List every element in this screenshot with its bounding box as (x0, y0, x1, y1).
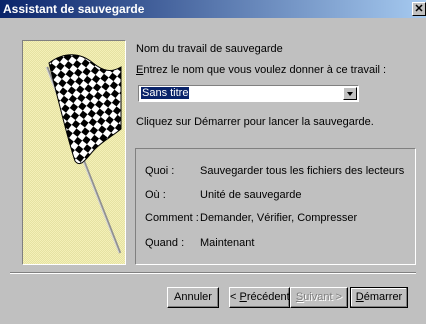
chevron-down-icon[interactable] (343, 87, 357, 100)
name-prompt-label: Entrez le nom que vous voulez donner à c… (136, 64, 386, 77)
job-heading: Nom du travail de sauvegarde (136, 43, 283, 55)
window-title: Assistant de sauvegarde (3, 2, 145, 16)
summary-value-where: Unité de sauvegarde (200, 189, 302, 201)
summary-value-how: Demander, Vérifier, Compresser (200, 212, 358, 224)
close-icon[interactable]: ✕ (412, 2, 426, 16)
summary-value-when: Maintenant (200, 237, 255, 249)
start-hint: Cliquez sur Démarrer pour lancer la sauv… (136, 116, 374, 128)
start-mnemonic: D (355, 291, 364, 303)
summary-label-when: Quand : (145, 237, 185, 249)
job-name-value[interactable]: Sans titre (141, 87, 190, 99)
job-name-combobox[interactable]: Sans titre (138, 85, 359, 102)
start-button[interactable]: Démarrer (350, 287, 408, 308)
previous-button[interactable]: < Précédent (229, 287, 290, 308)
checkered-flag-icon (45, 54, 122, 254)
summary-label-how: Comment : (145, 212, 199, 224)
next-button[interactable]: Suivant > (290, 287, 348, 308)
start-label: émarrer (363, 291, 403, 303)
summary-label-what: Quoi : (145, 165, 175, 177)
summary-value-what: Sauvegarder tous les fichiers des lecteu… (200, 165, 405, 177)
previous-mnemonic: P (239, 291, 247, 303)
title-bar: Assistant de sauvegarde (0, 0, 426, 18)
summary-label-where: Où : (145, 189, 166, 201)
next-label: uivant > (303, 291, 343, 303)
wizard-illustration (22, 40, 126, 265)
cancel-button[interactable]: Annuler (167, 287, 219, 308)
prompt-text: ntrez le nom que vous voulez donner à ce… (143, 64, 387, 76)
separator-highlight (10, 273, 416, 274)
previous-label: récédent (246, 291, 290, 303)
cancel-label: Annuler (174, 291, 212, 303)
